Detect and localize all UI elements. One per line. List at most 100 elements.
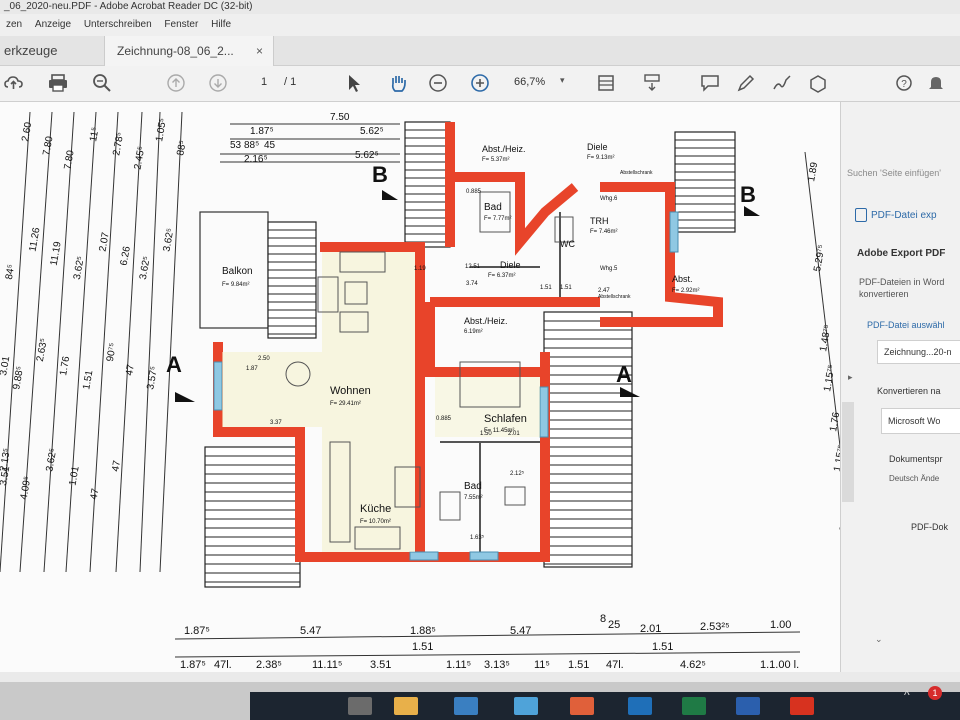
taskbar-task-view-icon[interactable] xyxy=(348,697,372,715)
dim-top-6: 5.62⁵ xyxy=(355,150,379,161)
horizontal-scrollbar[interactable] xyxy=(0,672,960,682)
menu-item-fenster[interactable]: Fenster xyxy=(164,14,198,36)
menu-item-unterschreiben[interactable]: Unterschreiben xyxy=(84,14,152,36)
hand-tool-icon[interactable] xyxy=(386,72,410,96)
taskbar-outlook-icon[interactable] xyxy=(628,697,652,715)
dim-bottom-row2-0: 1.51 xyxy=(412,641,433,653)
dim-left-2: 7.80 xyxy=(62,149,76,171)
menu-item-werkzeuge[interactable]: zen xyxy=(6,14,22,36)
dim-bottom-row3-2: 2.38⁵ xyxy=(256,659,282,671)
dim-bottom-row3-8: 1.51 xyxy=(568,659,589,671)
dim-top-3: 53 xyxy=(230,140,242,151)
collapse-pane-icon[interactable]: ▸ xyxy=(848,372,858,383)
room-diele-mid-area: F= 6.37m² xyxy=(488,273,516,279)
room-wohnen-area: F= 29.41m² xyxy=(330,401,361,407)
dim-bottom-row1-6: 2.01 xyxy=(640,623,661,635)
select-file-field[interactable]: Zeichnung...20-n xyxy=(877,340,960,364)
zoom-out-icon[interactable] xyxy=(426,72,450,96)
dim-top-4: 88⁵ xyxy=(244,140,259,151)
select-cursor-icon[interactable] xyxy=(342,72,366,96)
vertical-scrollbar[interactable] xyxy=(842,402,854,502)
room-abst-heiz-top-name: Abst./Heiz. xyxy=(482,144,526,154)
menu-bar: zen Anzeige Unterschreiben Fenster Hilfe xyxy=(0,14,960,36)
notification-badge[interactable]: 1 xyxy=(928,686,942,700)
export-pdf-label: PDF-Datei exp xyxy=(871,210,937,221)
next-page-icon[interactable] xyxy=(206,72,230,96)
zoom-dropdown-icon[interactable]: ▾ xyxy=(560,75,565,86)
dim-misc-4: 3.37 xyxy=(270,420,282,426)
room-abst-heiz-mid-name: Abst./Heiz. xyxy=(464,316,508,326)
taskbar-acrobat-icon[interactable] xyxy=(790,697,814,715)
taskbar-app-icon[interactable] xyxy=(514,697,538,715)
menu-item-anzeige[interactable]: Anzeige xyxy=(35,14,71,36)
toolbar: 1 / 1 66,7% ▾ ? xyxy=(0,66,960,102)
taskbar-paint-icon[interactable] xyxy=(570,697,594,715)
dim-bottom-row1-0: 1.87⁵ xyxy=(184,625,210,637)
dim-bottom-row1-5: 25 xyxy=(608,619,620,631)
taskbar-word-icon[interactable] xyxy=(736,697,760,715)
dim-left-0: 2.60 xyxy=(20,121,34,143)
dim-misc-8: 2.12⁵ xyxy=(510,470,525,477)
label-abstellschrank-1: Abstellschrank xyxy=(620,170,653,176)
taskbar-file-explorer-icon[interactable] xyxy=(394,697,418,715)
dim-misc-12: 1.51 xyxy=(540,285,552,291)
room-abst-heiz-mid-area: 6.19m² xyxy=(464,329,483,335)
export-pdf-button[interactable]: PDF-Dok xyxy=(911,518,960,536)
dim-misc-11: 1.19 xyxy=(414,266,426,272)
dim-bottom-row2-1: 1.51 xyxy=(652,641,673,653)
dim-right-0: 1.89 xyxy=(806,161,820,183)
dim-bottom-row1-8: 1.00 xyxy=(770,619,791,631)
dim-misc-9: 2.47 xyxy=(598,288,610,294)
tools-search-input[interactable]: Suchen 'Seite einfügen' xyxy=(847,162,960,184)
tools-pane: Suchen 'Seite einfügen' PDF-Datei exp Ad… xyxy=(840,102,960,672)
dim-right-5: 1.15⁷⁵ xyxy=(832,444,840,473)
room-diele-top-name: Diele xyxy=(587,142,608,152)
comment-icon[interactable] xyxy=(698,72,722,96)
tray-expand-icon[interactable]: ^ xyxy=(904,688,918,702)
document-view[interactable]: Balkon F= 9.84m² Wohnen F= 29.41m² Küche… xyxy=(0,102,840,672)
dim-left-28: 1.01 xyxy=(67,465,81,487)
scroll-down-icon[interactable]: ⌄ xyxy=(875,634,887,645)
sign-icon[interactable] xyxy=(770,72,794,96)
cloud-upload-icon[interactable] xyxy=(2,72,26,96)
dim-bottom-row3-3: 11.11⁵ xyxy=(312,659,342,671)
dim-right-1: 5.29⁷⁵ xyxy=(812,244,828,273)
share-icon[interactable] xyxy=(806,72,830,96)
fit-page-icon[interactable] xyxy=(594,72,618,96)
dim-left-3: 11⁵ xyxy=(88,126,101,142)
previous-page-icon[interactable] xyxy=(164,72,188,96)
menu-item-hilfe[interactable]: Hilfe xyxy=(211,14,231,36)
dim-top-2: 5.62⁵ xyxy=(360,126,384,137)
dim-bottom-row1-1: 5.47 xyxy=(300,625,321,637)
dim-left-16: 3.01 xyxy=(0,355,12,377)
acrobat-window: _06_2020-neu.PDF - Adobe Acrobat Reader … xyxy=(0,0,960,720)
dim-bottom-row3-7: 11⁵ xyxy=(534,659,550,671)
tab-tools[interactable]: erkzeuge xyxy=(0,36,100,66)
zoom-search-icon[interactable] xyxy=(90,72,114,96)
page-number-input[interactable]: 1 xyxy=(256,76,272,88)
dim-misc-16: Whg.6 xyxy=(600,196,618,202)
dim-left-11: 3.62⁵ xyxy=(72,255,87,280)
taskbar-excel-icon[interactable] xyxy=(682,697,706,715)
dim-bottom-row3-5: 1.11⁵ xyxy=(446,659,471,671)
dim-bottom-row3-0: 1.87⁵ xyxy=(180,659,206,671)
help-icon[interactable]: ? xyxy=(892,72,916,96)
pen-icon[interactable] xyxy=(734,72,758,96)
dim-top-1: 1.87⁵ xyxy=(250,126,274,137)
dim-misc-2: 2.50 xyxy=(258,356,270,362)
export-pdf-link[interactable]: PDF-Datei exp xyxy=(855,206,960,226)
taskbar-store-icon[interactable] xyxy=(454,697,478,715)
dim-left-14: 3.62⁵ xyxy=(138,255,153,280)
zoom-level[interactable]: 66,7% xyxy=(514,76,554,88)
document-language-value[interactable]: Deutsch Ände xyxy=(889,474,960,483)
zoom-in-icon[interactable] xyxy=(468,72,492,96)
tab-document[interactable]: Zeichnung-08_06_2... × xyxy=(104,36,274,66)
close-tab-icon[interactable]: × xyxy=(256,36,263,66)
print-icon[interactable] xyxy=(46,72,70,96)
notification-bell-icon[interactable] xyxy=(924,72,948,96)
dim-left-5: 2.45⁵ xyxy=(132,145,147,170)
dim-left-9: 11.26 xyxy=(28,226,43,252)
room-balkon-area: F= 9.84m² xyxy=(222,282,250,288)
scroll-mode-icon[interactable] xyxy=(640,72,664,96)
convert-to-select[interactable]: Microsoft Wo xyxy=(881,408,960,434)
